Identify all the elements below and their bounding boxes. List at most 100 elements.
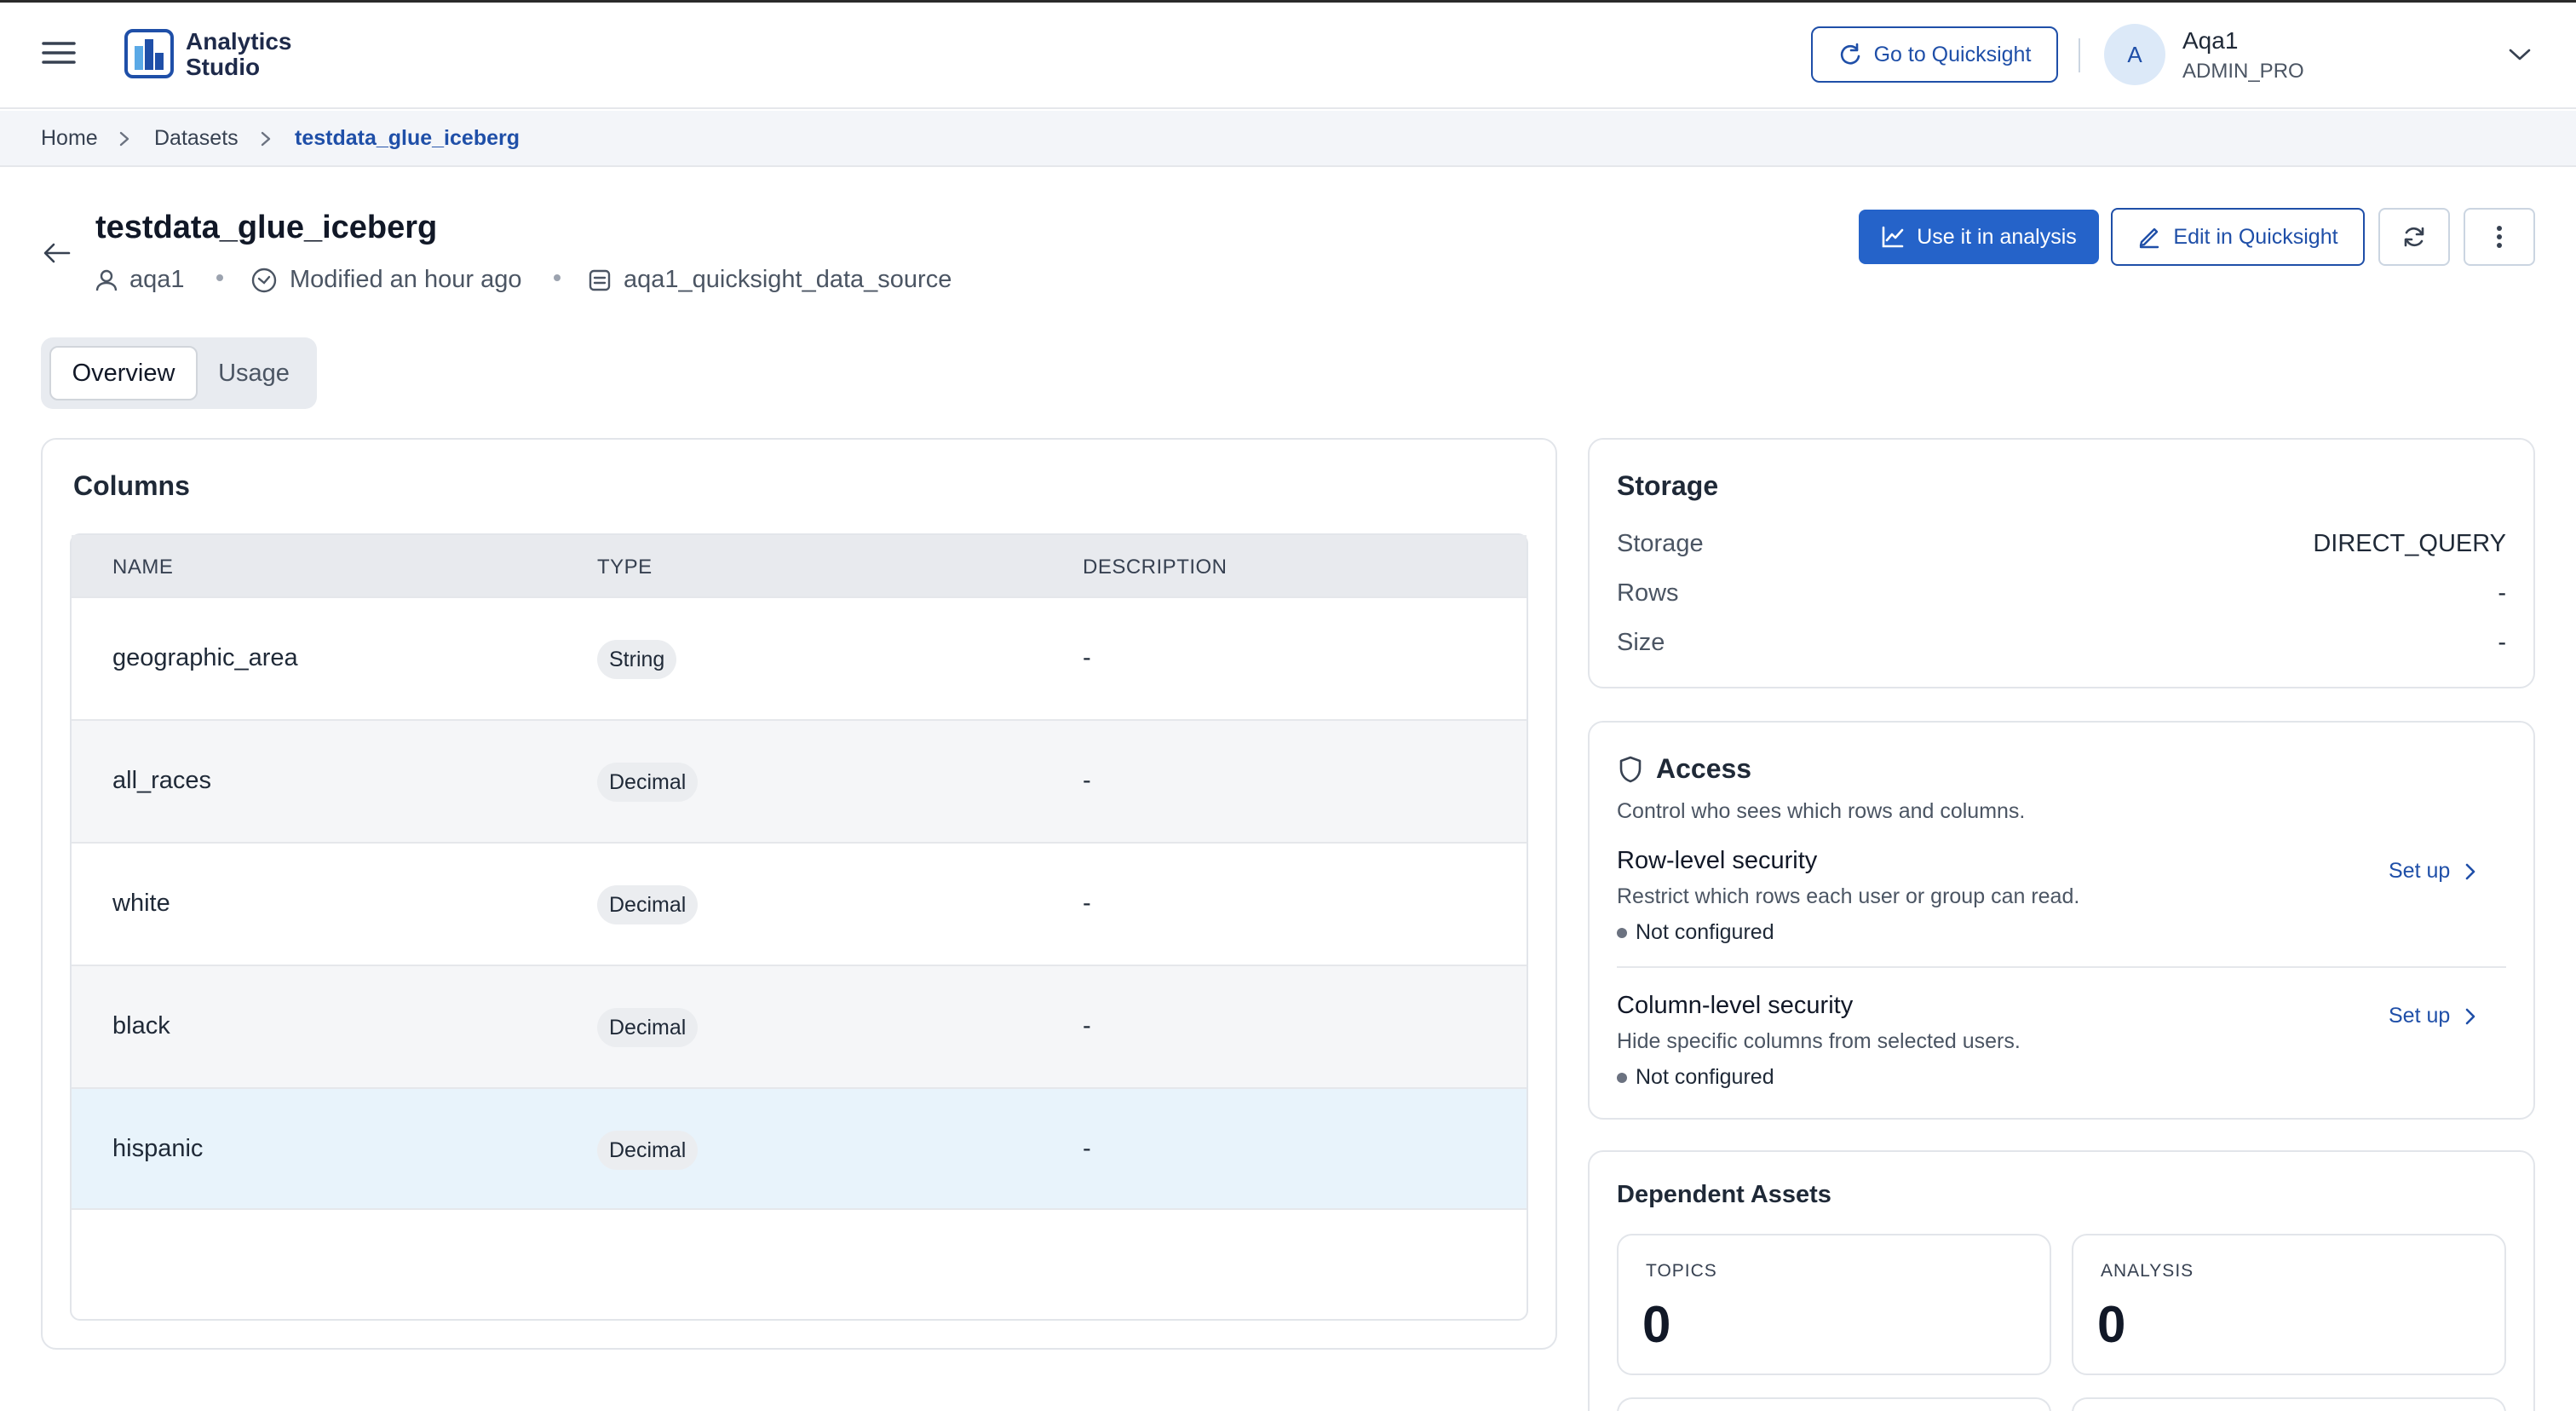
line-chart-icon	[1881, 225, 1905, 249]
access-subtitle: Control who sees which rows and columns.	[1617, 799, 2026, 823]
chevron-right-icon	[2464, 861, 2477, 883]
modified-text: Modified an hour ago	[290, 266, 522, 293]
go-to-quicksight-label: Go to Quicksight	[1873, 42, 2032, 66]
description-cell: -	[1083, 767, 1091, 794]
analysis-label: ANALYSIS	[2101, 1261, 2194, 1281]
header-divider	[2079, 38, 2080, 72]
datasource-meta: aqa1_quicksight_data_source	[588, 266, 952, 294]
column-level-security-description: Hide specific columns from selected user…	[1617, 1029, 2021, 1053]
type-badge: Decimal	[597, 885, 699, 924]
dependent-assets-title: Dependent Assets	[1617, 1181, 1831, 1208]
chevron-right-icon	[257, 128, 274, 150]
asset-tile[interactable]	[2072, 1397, 2506, 1411]
owner-meta: aqa1	[95, 266, 185, 294]
datasource-name[interactable]: aqa1_quicksight_data_source	[624, 266, 952, 294]
setup-label: Set up	[2389, 859, 2451, 883]
user-icon	[95, 268, 118, 292]
topics-tile[interactable]	[1617, 1234, 2051, 1375]
topics-count: 0	[1642, 1296, 1671, 1353]
asset-tile[interactable]	[1617, 1397, 2051, 1411]
column-name-cell: white	[112, 890, 170, 917]
description-cell: -	[1083, 644, 1091, 671]
storage-value: DIRECT_QUERY	[2313, 530, 2506, 557]
description-cell: -	[1083, 890, 1091, 917]
logo-line-2: Studio	[186, 54, 261, 80]
column-header-description[interactable]: DESCRIPTION	[1083, 556, 1228, 579]
back-arrow-icon[interactable]	[43, 240, 72, 266]
status-text: Not configured	[1636, 1065, 1774, 1089]
meta-separator	[554, 274, 561, 281]
columns-card-title: Columns	[73, 470, 190, 501]
top-bar	[0, 0, 2576, 109]
type-badge: String	[597, 640, 677, 679]
setup-label: Set up	[2389, 1004, 2451, 1028]
analysis-tile[interactable]	[2072, 1234, 2506, 1375]
use-in-analysis-button[interactable]: Use it in analysis	[1859, 210, 2099, 264]
breadcrumb-current: testdata_glue_iceberg	[295, 126, 520, 150]
description-cell: -	[1083, 1012, 1091, 1040]
tab-overview[interactable]: Overview	[49, 346, 198, 400]
column-level-setup-link[interactable]: Set up	[2389, 1004, 2477, 1028]
use-in-analysis-label: Use it in analysis	[1917, 224, 2077, 249]
chevron-right-icon	[116, 128, 133, 150]
menu-icon[interactable]	[41, 37, 77, 68]
column-name-cell: geographic_area	[112, 644, 298, 671]
column-name-cell: all_races	[112, 767, 212, 794]
status-text: Not configured	[1636, 920, 1774, 944]
size-label: Size	[1617, 629, 1665, 656]
storage-card-title: Storage	[1617, 470, 1719, 501]
meta-separator	[216, 274, 223, 281]
column-level-security-status: Not configured	[1617, 1065, 1774, 1090]
analysis-count: 0	[2097, 1296, 2126, 1353]
column-name-cell: black	[112, 1012, 170, 1040]
status-dot	[1617, 1072, 1627, 1083]
table-row[interactable]	[72, 965, 1527, 1087]
table-row[interactable]	[72, 842, 1527, 965]
shield-icon	[1617, 755, 1644, 784]
clock-icon	[250, 267, 278, 294]
avatar[interactable]: A	[2104, 24, 2165, 85]
chevron-down-icon[interactable]	[2508, 44, 2532, 65]
logo-line-1: Analytics	[186, 28, 292, 55]
table-row[interactable]	[72, 1087, 1527, 1210]
row-level-security-title: Row-level security	[1617, 847, 1818, 874]
app-logo-icon	[124, 29, 174, 78]
refresh-button[interactable]	[2378, 208, 2450, 266]
owner-name: aqa1	[129, 266, 185, 293]
edit-in-quicksight-label: Edit in Quicksight	[2173, 224, 2338, 249]
column-header-type[interactable]: TYPE	[597, 556, 653, 579]
go-to-quicksight-button[interactable]: Go to Quicksight	[1811, 26, 2058, 83]
row-level-setup-link[interactable]: Set up	[2389, 859, 2477, 884]
more-vertical-icon	[2495, 224, 2504, 250]
storage-label: Storage	[1617, 530, 1704, 557]
type-badge: Decimal	[597, 1131, 699, 1170]
refresh-icon	[2401, 223, 2428, 251]
edit-in-quicksight-button[interactable]: Edit in Quicksight	[2111, 208, 2365, 266]
status-dot	[1617, 927, 1627, 938]
pencil-icon	[2137, 225, 2161, 249]
user-name[interactable]: Aqa1	[2182, 27, 2238, 55]
type-badge: Decimal	[597, 763, 699, 802]
page-title: testdata_glue_iceberg	[95, 210, 438, 245]
user-role: ADMIN_PRO	[2182, 60, 2304, 83]
access-card-title: Access	[1656, 753, 1752, 784]
column-name-cell: hispanic	[112, 1135, 204, 1162]
chevron-right-icon	[2464, 1005, 2477, 1028]
rows-label: Rows	[1617, 579, 1679, 607]
database-icon	[588, 268, 612, 292]
description-cell: -	[1083, 1135, 1091, 1162]
breadcrumb-home[interactable]: Home	[41, 126, 98, 151]
tab-usage[interactable]: Usage	[204, 346, 303, 400]
more-options-button[interactable]	[2464, 208, 2535, 266]
divider	[1617, 966, 2506, 968]
table-header	[72, 535, 1527, 596]
app-logo-text: Analytics Studio	[186, 29, 339, 80]
rows-value: -	[2498, 579, 2506, 607]
table-row[interactable]	[72, 719, 1527, 842]
breadcrumb-datasets[interactable]: Datasets	[154, 126, 239, 151]
row-level-security-status: Not configured	[1617, 920, 1774, 945]
column-header-name[interactable]: NAME	[112, 556, 173, 579]
topics-label: TOPICS	[1646, 1261, 1717, 1281]
modified-meta: Modified an hour ago	[250, 266, 521, 294]
column-level-security-title: Column-level security	[1617, 992, 1854, 1019]
